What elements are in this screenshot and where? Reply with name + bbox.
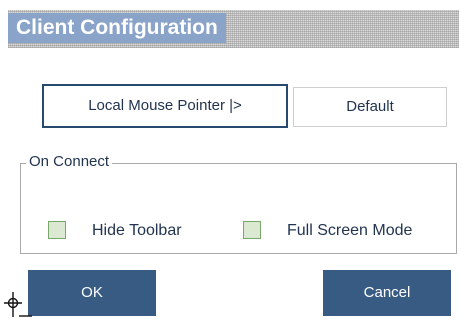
hide-toolbar-label[interactable]: Hide Toolbar: [92, 220, 182, 242]
full-screen-mode-label[interactable]: Full Screen Mode: [287, 220, 412, 242]
dialog-title: Client Configuration: [8, 13, 226, 43]
on-connect-legend: On Connect: [26, 152, 113, 172]
hide-toolbar-checkbox[interactable]: [48, 221, 66, 239]
mouse-pointer-value: Default: [293, 87, 447, 127]
ok-button[interactable]: OK: [28, 270, 156, 316]
cancel-button[interactable]: Cancel: [323, 270, 451, 316]
crosshair-cursor-icon: [4, 292, 32, 317]
local-mouse-pointer-button[interactable]: Local Mouse Pointer |>: [42, 84, 288, 128]
full-screen-mode-checkbox[interactable]: [243, 221, 261, 239]
